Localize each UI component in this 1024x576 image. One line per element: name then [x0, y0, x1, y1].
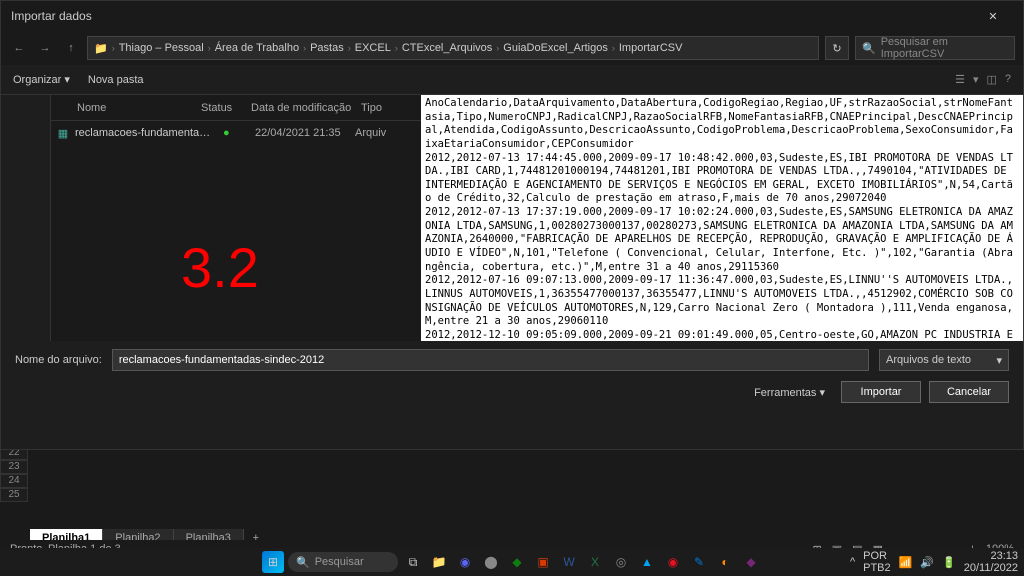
app-icon[interactable]: ◉ [454, 551, 476, 573]
app-icon[interactable]: ▣ [532, 551, 554, 573]
explorer-icon[interactable]: 📁 [428, 551, 450, 573]
dialog-title: Importar dados [11, 9, 973, 23]
row-num[interactable]: 23 [0, 460, 28, 474]
new-folder-button[interactable]: Nova pasta [88, 74, 144, 86]
sync-status-icon: ● [215, 127, 255, 139]
import-dialog: Importar dados ✕ ← → ↑ 📁 › Thiago – Pess… [0, 0, 1024, 450]
search-icon: 🔍 [862, 42, 876, 55]
app-icon[interactable]: ▲ [636, 551, 658, 573]
search-icon: 🔍 [296, 556, 310, 569]
filename-label: Nome do arquivo: [15, 354, 102, 366]
organize-menu[interactable]: Organizar ▾ [13, 73, 70, 86]
row-num[interactable]: 24 [0, 474, 28, 488]
sidebar [1, 95, 51, 363]
watermark: 3.2 [181, 235, 259, 300]
file-filter-dropdown[interactable]: Arquivos de texto▾ [879, 349, 1009, 371]
col-date[interactable]: Data de modificação [251, 102, 361, 114]
back-button[interactable]: ← [9, 38, 29, 58]
wifi-icon[interactable]: 📶 [899, 556, 913, 569]
cancel-button[interactable]: Cancelar [929, 381, 1009, 403]
app-icon[interactable]: ◉ [662, 551, 684, 573]
file-icon: ▦ [51, 127, 75, 140]
task-view-icon[interactable]: ⧉ [402, 551, 424, 573]
app-icon[interactable]: ◎ [610, 551, 632, 573]
search-placeholder: Pesquisar em ImportarCSV [881, 36, 1008, 60]
folder-icon: 📁 [94, 42, 108, 55]
app-icon[interactable]: ◆ [740, 551, 762, 573]
volume-icon[interactable]: 🔊 [920, 556, 934, 569]
crumb[interactable]: ImportarCSV [619, 42, 683, 54]
col-status[interactable]: Status [201, 102, 251, 114]
clock[interactable]: 23:1320/11/2022 [964, 550, 1018, 574]
language-indicator[interactable]: PORPTB2 [863, 550, 891, 574]
crumb[interactable]: CTExcel_Arquivos [402, 42, 492, 54]
file-name: reclamacoes-fundamentadas-sindec-2012 [75, 127, 215, 139]
app-icon[interactable]: ✎ [688, 551, 710, 573]
crumb[interactable]: EXCEL [355, 42, 391, 54]
preview-pane-icon[interactable]: ◫ [986, 73, 996, 86]
file-date: 22/04/2021 21:35 [255, 127, 355, 139]
filename-input[interactable] [112, 349, 869, 371]
view-details-icon[interactable]: ▾ [973, 73, 979, 86]
app-icon[interactable]: W [558, 551, 580, 573]
refresh-button[interactable]: ↻ [825, 36, 849, 60]
app-icon[interactable]: ◐ [714, 551, 736, 573]
import-button[interactable]: Importar [841, 381, 921, 403]
forward-button[interactable]: → [35, 38, 55, 58]
up-button[interactable]: ↑ [61, 38, 81, 58]
col-name[interactable]: Nome [51, 102, 201, 114]
crumb[interactable]: Thiago – Pessoal [119, 42, 204, 54]
app-icon[interactable]: ⬤ [480, 551, 502, 573]
close-icon[interactable]: ✕ [973, 10, 1013, 23]
file-type: Arquiv [355, 127, 405, 139]
battery-icon[interactable]: 🔋 [942, 556, 956, 569]
help-icon[interactable]: ? [1005, 73, 1011, 86]
taskbar-search[interactable]: 🔍Pesquisar [288, 552, 398, 572]
row-num[interactable]: 25 [0, 488, 28, 502]
file-row[interactable]: ▦ reclamacoes-fundamentadas-sindec-2012 … [51, 121, 421, 145]
taskbar: ⊞ 🔍Pesquisar ⧉ 📁 ◉ ⬤ ◆ ▣ W X ◎ ▲ ◉ ✎ ◐ ◆… [0, 548, 1024, 576]
preview-pane: AnoCalendario,DataArquivamento,DataAbert… [421, 95, 1023, 363]
search-input[interactable]: 🔍 Pesquisar em ImportarCSV [855, 36, 1015, 60]
crumb[interactable]: GuiaDoExcel_Artigos [503, 42, 608, 54]
breadcrumb[interactable]: 📁 › Thiago – Pessoal› Área de Trabalho› … [87, 36, 819, 60]
tray-chevron-icon[interactable]: ^ [850, 556, 855, 568]
tools-menu[interactable]: Ferramentas ▾ [746, 382, 833, 403]
col-tipo[interactable]: Tipo [361, 102, 411, 114]
view-list-icon[interactable]: ☰ [955, 73, 965, 86]
app-icon[interactable]: ◆ [506, 551, 528, 573]
excel-icon[interactable]: X [584, 551, 606, 573]
crumb[interactable]: Área de Trabalho [215, 42, 299, 54]
crumb[interactable]: Pastas [310, 42, 344, 54]
start-button[interactable]: ⊞ [262, 551, 284, 573]
